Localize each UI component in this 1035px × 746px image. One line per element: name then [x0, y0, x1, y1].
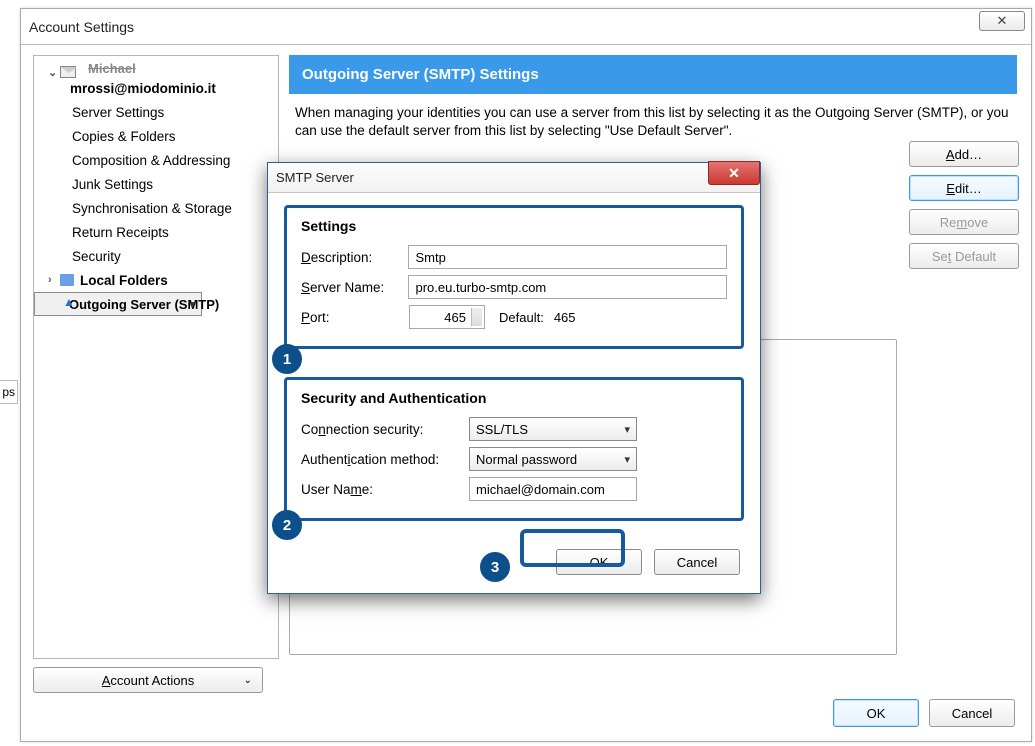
window-titlebar: Account Settings ✕: [21, 9, 1031, 45]
window-footer: OK Cancel: [21, 693, 1031, 741]
connection-security-label: Connection security:: [301, 422, 469, 437]
account-tree-panel: ⌄ Michael mrossi@miodominio.it Server Se…: [33, 55, 279, 693]
window-ok-button[interactable]: OK: [833, 699, 919, 727]
caret-right-icon: ›: [48, 274, 58, 286]
default-port-label: Default:: [499, 310, 544, 325]
tree-item-composition[interactable]: Composition & Addressing: [34, 148, 278, 172]
port-label: Port:: [301, 310, 409, 325]
dialog-close-button[interactable]: ✕: [708, 161, 760, 185]
auth-method-label: Authentication method:: [301, 452, 469, 467]
settings-legend: Settings: [301, 218, 727, 234]
security-legend: Security and Authentication: [301, 390, 727, 406]
add-button[interactable]: Add…: [909, 141, 1019, 167]
window-title: Account Settings: [29, 19, 134, 35]
spin-down-icon[interactable]: ▼: [474, 317, 481, 324]
dialog-footer: OK Cancel: [284, 549, 744, 579]
tree-item-junk[interactable]: Junk Settings: [34, 172, 278, 196]
tree-item-copies-folders[interactable]: Copies & Folders: [34, 124, 278, 148]
set-default-button[interactable]: Set Default: [909, 243, 1019, 269]
tree-account-root[interactable]: ⌄: [34, 60, 278, 84]
smtp-server-dialog: SMTP Server ✕ Settings Description: Serv…: [267, 162, 761, 594]
caret-down-icon: ⌄: [48, 66, 58, 79]
dialog-ok-button[interactable]: OK: [556, 549, 642, 575]
tree-outgoing-server[interactable]: Outgoing Server (SMTP): [34, 292, 202, 316]
account-tree[interactable]: ⌄ Michael mrossi@miodominio.it Server Se…: [33, 55, 279, 659]
description-input[interactable]: [408, 245, 727, 269]
annotation-1: 1: [272, 344, 302, 374]
spin-up-icon[interactable]: ▲: [474, 308, 481, 315]
folder-icon: [60, 274, 74, 286]
username-label: User Name:: [301, 482, 469, 497]
server-name-input[interactable]: [408, 275, 727, 299]
chevron-down-icon: ⌄: [244, 675, 252, 686]
annotation-3: 3: [480, 552, 510, 582]
content-title: Outgoing Server (SMTP) Settings: [289, 55, 1017, 94]
tree-item-server-settings[interactable]: Server Settings: [34, 100, 278, 124]
settings-fieldset: Settings Description: Server Name: Port:…: [284, 205, 744, 349]
account-actions-button[interactable]: Account Actions ⌄: [33, 667, 263, 693]
security-fieldset: Security and Authentication Connection s…: [284, 377, 744, 521]
edit-button[interactable]: Edit…: [909, 175, 1019, 201]
dialog-titlebar: SMTP Server ✕: [268, 163, 760, 193]
tree-account-name: Michael: [88, 61, 136, 76]
description-label: Description:: [301, 250, 408, 265]
auth-method-select[interactable]: Normal password: [469, 447, 637, 471]
remove-button[interactable]: Remove: [909, 209, 1019, 235]
content-description: When managing your identities you can us…: [289, 94, 1017, 146]
annotation-2: 2: [272, 510, 302, 540]
server-name-label: Server Name:: [301, 280, 408, 295]
tree-item-security[interactable]: Security: [34, 244, 278, 268]
port-spinner[interactable]: ▲ ▼: [409, 305, 485, 329]
mail-icon: [60, 66, 76, 78]
window-cancel-button[interactable]: Cancel: [929, 699, 1015, 727]
connection-security-select[interactable]: SSL/TLS: [469, 417, 637, 441]
tree-local-folders[interactable]: › Local Folders: [34, 268, 278, 292]
tree-item-receipts[interactable]: Return Receipts: [34, 220, 278, 244]
port-input[interactable]: [409, 305, 485, 329]
username-input[interactable]: [469, 477, 637, 501]
left-sliver: ps: [0, 380, 18, 404]
dialog-title: SMTP Server: [276, 170, 354, 185]
default-port-value: 465: [554, 310, 576, 325]
tree-item-sync[interactable]: Synchronisation & Storage: [34, 196, 278, 220]
dialog-cancel-button[interactable]: Cancel: [654, 549, 740, 575]
window-close-button[interactable]: ✕: [979, 11, 1025, 31]
